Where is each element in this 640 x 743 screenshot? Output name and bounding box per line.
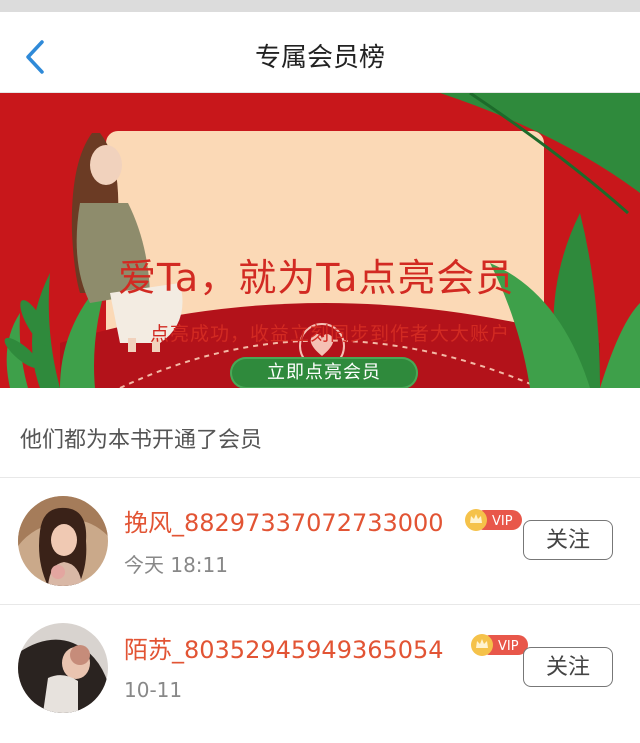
banner-headline: 爱Ta，就为Ta点亮会员 <box>118 256 515 300</box>
light-up-membership-button[interactable]: 立即点亮会员 <box>230 357 418 388</box>
member-time: 今天 18:11 <box>124 553 228 577</box>
page-title: 专属会员榜 <box>254 43 385 73</box>
member-time: 10-11 <box>124 678 183 702</box>
list-item[interactable]: 挽风_88297337072733000 VIP 今天 18:11 关注 <box>0 478 640 604</box>
list-item[interactable]: 陌苏_80352945949365054 VIP 10-11 关注 <box>0 605 640 731</box>
member-name[interactable]: 挽风_88297337072733000 <box>124 506 444 540</box>
status-strip <box>0 0 640 12</box>
follow-button[interactable]: 关注 <box>523 647 613 687</box>
vip-badge-label: VIP <box>498 639 519 654</box>
member-name[interactable]: 陌苏_80352945949365054 <box>124 633 444 667</box>
avatar[interactable] <box>18 496 108 586</box>
nav-header: 专属会员榜 <box>0 12 640 93</box>
avatar[interactable] <box>18 623 108 713</box>
avatar-image <box>18 496 108 586</box>
avatar-image <box>18 623 108 713</box>
banner-subtitle: 点亮成功，收益立刻同步到作者大大账户 <box>150 323 511 345</box>
follow-button[interactable]: 关注 <box>523 520 613 560</box>
vip-badge: VIP <box>471 634 528 656</box>
vip-badge: VIP <box>465 509 522 531</box>
promo-banner[interactable]: 爱Ta，就为Ta点亮会员 点亮成功，收益立刻同步到作者大大账户 立即点亮会员 <box>0 93 640 388</box>
section-title: 他们都为本书开通了会员 <box>20 428 263 453</box>
vip-badge-label: VIP <box>492 514 513 529</box>
